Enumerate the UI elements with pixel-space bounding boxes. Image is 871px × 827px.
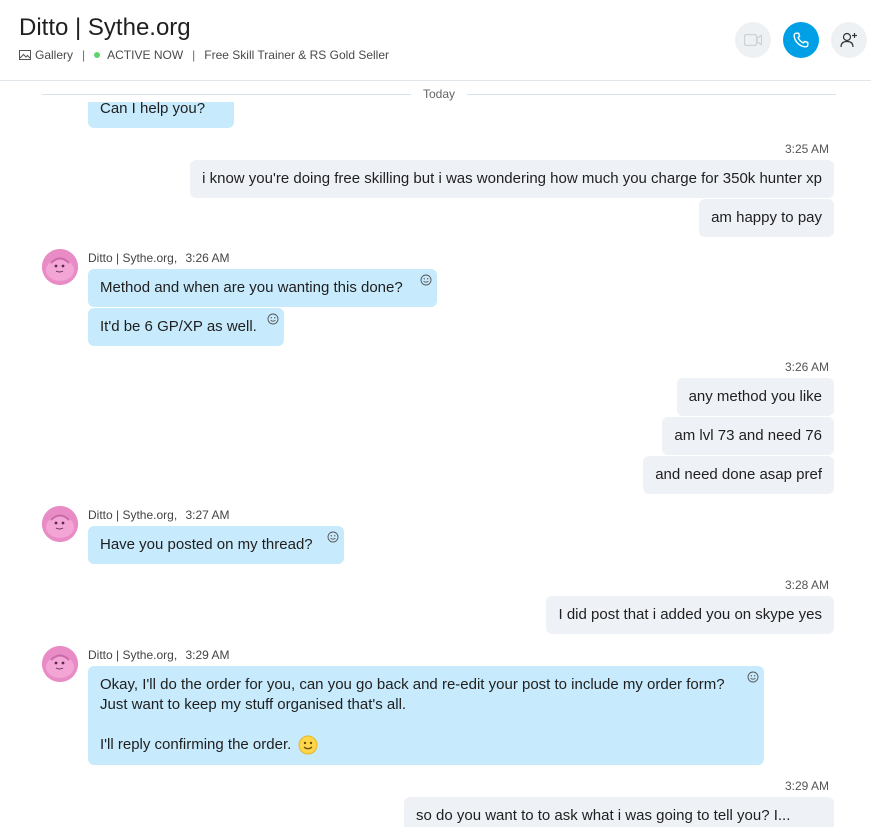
incoming-message[interactable]: Okay, I'll do the order for you, can you…: [88, 666, 764, 765]
message-text: Just want to keep my stuff organised tha…: [100, 696, 407, 713]
outgoing-message[interactable]: and need done asap pref: [643, 456, 834, 494]
message-timestamp: 3:25 AM: [784, 142, 829, 156]
add-reaction-icon[interactable]: [420, 274, 432, 286]
conversation-title[interactable]: Ditto | Sythe.org: [19, 14, 191, 42]
outgoing-message[interactable]: am lvl 73 and need 76: [662, 417, 834, 455]
message-text: I'll reply confirming the order.: [100, 736, 292, 753]
day-label: Today: [422, 87, 456, 101]
incoming-message[interactable]: It'd be 6 GP/XP as well.: [88, 308, 284, 346]
avatar-image: [42, 646, 78, 682]
message-text: Method and when are you wanting this don…: [100, 279, 403, 296]
conversation-subtitle: Gallery | ACTIVE NOW | Free Skill Traine…: [19, 48, 389, 62]
incoming-message[interactable]: Method and when are you wanting this don…: [88, 269, 437, 307]
status-text: ACTIVE NOW: [107, 48, 184, 62]
sender-name: Ditto | Sythe.org, 3:27 AM: [88, 508, 230, 522]
message-text: Okay, I'll do the order for you, can you…: [100, 676, 725, 693]
avatar[interactable]: [42, 506, 78, 542]
message-line: I'll reply confirming the order.: [100, 735, 734, 755]
sender-name: Ditto | Sythe.org, 3:26 AM: [88, 251, 230, 265]
avatar[interactable]: [42, 249, 78, 285]
sender-label: Ditto | Sythe.org,: [88, 648, 178, 662]
video-camera-icon: [744, 34, 762, 46]
divider: [42, 93, 411, 95]
add-reaction-icon[interactable]: [267, 313, 279, 325]
avatar[interactable]: [42, 646, 78, 682]
smile-emoticon-icon: [298, 735, 318, 755]
divider: |: [82, 48, 86, 62]
message-timestamp: 3:26 AM: [185, 251, 230, 265]
day-separator: Today: [42, 86, 836, 102]
add-reaction-icon[interactable]: [747, 671, 759, 683]
avatar-image: [42, 506, 78, 542]
mood-message: Free Skill Trainer & RS Gold Seller: [204, 48, 390, 62]
phone-icon: [793, 32, 809, 48]
add-people-button[interactable]: [831, 22, 867, 58]
message-list[interactable]: Can I help you? Today 3:25 AM i know you…: [0, 80, 871, 827]
message-timestamp: 3:27 AM: [185, 508, 230, 522]
divider: [467, 93, 836, 95]
add-reaction-icon[interactable]: [327, 531, 339, 543]
incoming-message[interactable]: Have you posted on my thread?: [88, 526, 344, 564]
gallery-link[interactable]: Gallery: [35, 48, 73, 62]
outgoing-message[interactable]: any method you like: [676, 378, 834, 416]
online-status-icon: [94, 52, 101, 58]
avatar-image: [42, 249, 78, 285]
message-text: It'd be 6 GP/XP as well.: [100, 318, 257, 335]
sender-label: Ditto | Sythe.org,: [88, 508, 178, 522]
video-call-button[interactable]: [735, 22, 771, 58]
conversation-header: Ditto | Sythe.org Gallery | ACTIVE NOW |…: [0, 0, 871, 81]
outgoing-message[interactable]: am happy to pay: [699, 199, 834, 237]
message-timestamp: 3:29 AM: [784, 779, 829, 793]
outgoing-message[interactable]: so do you want to to ask what i was goin…: [404, 797, 834, 827]
gallery-icon[interactable]: [19, 50, 31, 60]
audio-call-button[interactable]: [783, 22, 819, 58]
add-person-icon: [840, 32, 857, 48]
outgoing-message[interactable]: I did post that i added you on skype yes: [546, 596, 834, 634]
message-text: Have you posted on my thread?: [100, 536, 313, 553]
divider: |: [192, 48, 196, 62]
sender-label: Ditto | Sythe.org,: [88, 251, 178, 265]
sender-name: Ditto | Sythe.org, 3:29 AM: [88, 648, 230, 662]
message-timestamp: 3:26 AM: [784, 360, 829, 374]
message-text: Can I help you?: [100, 100, 206, 117]
outgoing-message[interactable]: i know you're doing free skilling but i …: [190, 160, 834, 198]
message-timestamp: 3:28 AM: [784, 578, 829, 592]
message-timestamp: 3:29 AM: [185, 648, 230, 662]
